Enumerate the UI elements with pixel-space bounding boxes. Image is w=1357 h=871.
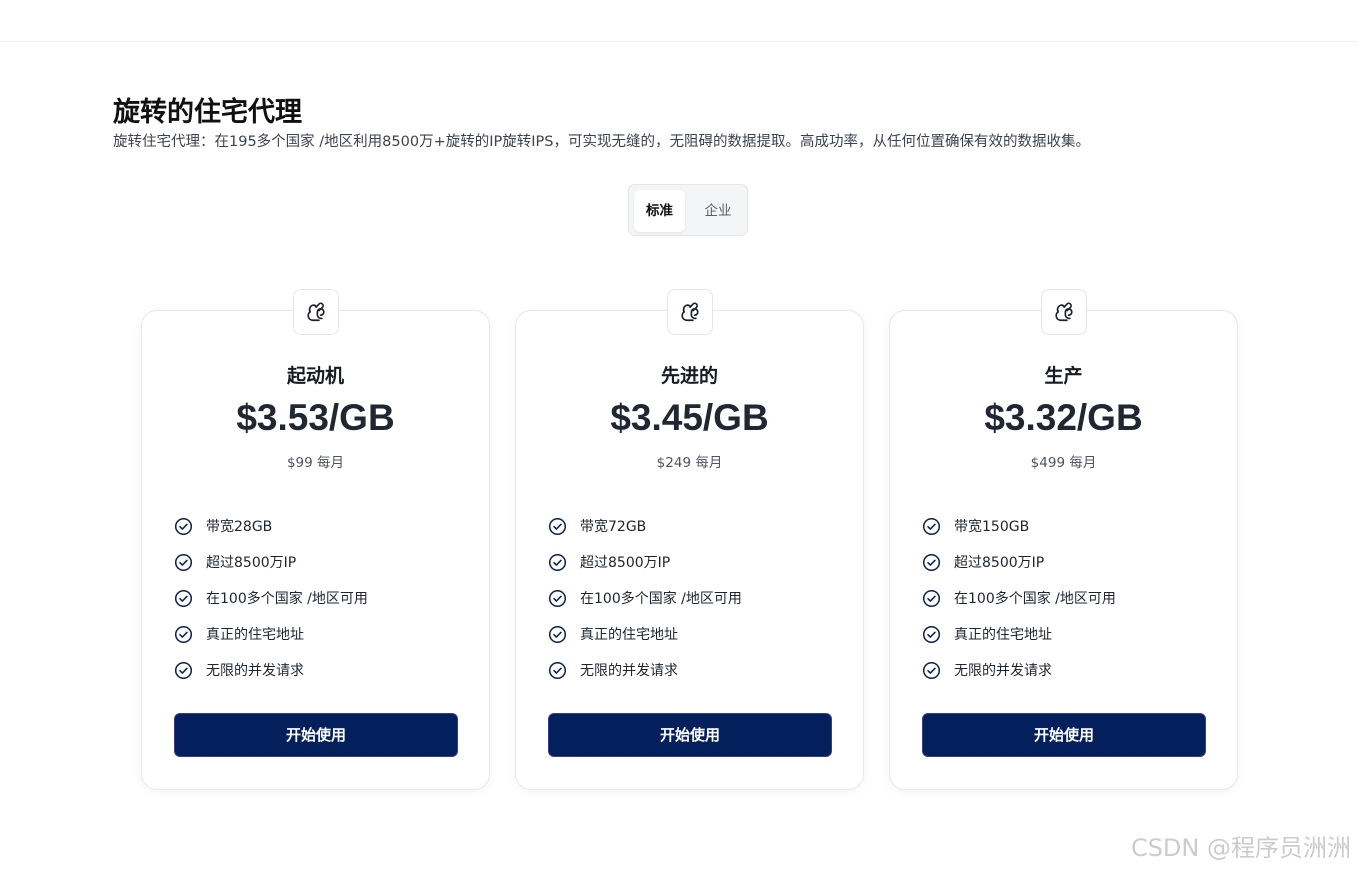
plan-monthly-price: $249 每月 [656,455,723,471]
feature-label: 超过8500万IP [580,555,671,571]
feature-item: 带宽72GB [548,508,742,544]
page-subtitle: 旋转住宅代理：在195多个国家 /地区利用8500万+旋转的IP旋转IPS，可实… [113,134,1090,150]
top-divider [0,41,1357,42]
squirrel-icon [307,302,325,322]
check-circle-icon [922,625,941,643]
feature-item: 在100多个国家 /地区可用 [548,580,742,616]
feature-item: 真正的住宅地址 [548,616,742,652]
squirrel-icon [681,302,699,322]
feature-label: 超过8500万IP [954,555,1045,571]
feature-label: 带宽28GB [206,519,273,535]
check-circle-icon [174,517,193,535]
check-circle-icon [174,661,193,679]
get-started-button[interactable]: 开始使用 [548,713,832,757]
get-started-button[interactable]: 开始使用 [922,713,1206,757]
check-circle-icon [174,553,193,571]
check-circle-icon [548,517,567,535]
feature-label: 真正的住宅地址 [206,627,304,643]
feature-label: 超过8500万IP [206,555,297,571]
feature-label: 在100多个国家 /地区可用 [580,591,742,607]
feature-item: 真正的住宅地址 [922,616,1116,652]
check-circle-icon [548,661,567,679]
feature-item: 超过8500万IP [174,544,368,580]
plan-monthly-price: $99 每月 [286,455,345,471]
feature-label: 在100多个国家 /地区可用 [206,591,368,607]
plan-icon-box [667,289,713,335]
check-circle-icon [922,661,941,679]
feature-list: 带宽72GB 超过8500万IP 在100多个国家 /地区可用 真正的住宅地址 … [548,508,742,688]
feature-label: 无限的并发请求 [954,663,1052,679]
plan-card-advanced: 先进的 $3.45/GB $249 每月 带宽72GB 超过8500万IP 在1… [515,289,864,790]
feature-item: 带宽28GB [174,508,368,544]
plan-name: 先进的 [660,365,718,387]
feature-label: 真正的住宅地址 [954,627,1052,643]
plan-name: 起动机 [286,365,344,387]
feature-label: 无限的并发请求 [580,663,678,679]
check-circle-icon [174,625,193,643]
plan-type-toggle: 标准 企业 [628,184,748,236]
feature-item: 超过8500万IP [548,544,742,580]
squirrel-icon [1055,302,1073,322]
feature-list: 带宽28GB 超过8500万IP 在100多个国家 /地区可用 真正的住宅地址 … [174,508,368,688]
toggle-enterprise[interactable]: 企业 [693,190,743,232]
plan-card-production: 生产 $3.32/GB $499 每月 带宽150GB 超过8500万IP 在1… [889,289,1238,790]
feature-label: 在100多个国家 /地区可用 [954,591,1116,607]
check-circle-icon [548,589,567,607]
feature-label: 真正的住宅地址 [580,627,678,643]
feature-item: 在100多个国家 /地区可用 [174,580,368,616]
feature-item: 真正的住宅地址 [174,616,368,652]
feature-label: 无限的并发请求 [206,663,304,679]
plan-monthly-price: $499 每月 [1030,455,1097,471]
feature-item: 在100多个国家 /地区可用 [922,580,1116,616]
check-circle-icon [922,589,941,607]
check-circle-icon [548,553,567,571]
plan-name: 生产 [1044,365,1083,387]
feature-item: 无限的并发请求 [174,652,368,688]
plan-price: $3.53/GB [236,397,395,438]
feature-label: 带宽150GB [954,519,1030,535]
get-started-button[interactable]: 开始使用 [174,713,458,757]
check-circle-icon [922,553,941,571]
check-circle-icon [922,517,941,535]
plan-price: $3.32/GB [984,397,1143,438]
feature-item: 无限的并发请求 [548,652,742,688]
plan-price: $3.45/GB [610,397,769,438]
feature-label: 带宽72GB [580,519,647,535]
feature-item: 超过8500万IP [922,544,1116,580]
plan-icon-box [1041,289,1087,335]
plan-card-starter: 起动机 $3.53/GB $99 每月 带宽28GB 超过8500万IP 在10… [141,289,490,790]
plan-icon-box [293,289,339,335]
feature-list: 带宽150GB 超过8500万IP 在100多个国家 /地区可用 真正的住宅地址… [922,508,1116,688]
csdn-watermark: CSDN @程序员洲洲 [1130,834,1351,862]
page-title: 旋转的住宅代理 [113,97,302,128]
check-circle-icon [174,589,193,607]
feature-item: 无限的并发请求 [922,652,1116,688]
toggle-standard[interactable]: 标准 [634,190,685,232]
feature-item: 带宽150GB [922,508,1116,544]
check-circle-icon [548,625,567,643]
